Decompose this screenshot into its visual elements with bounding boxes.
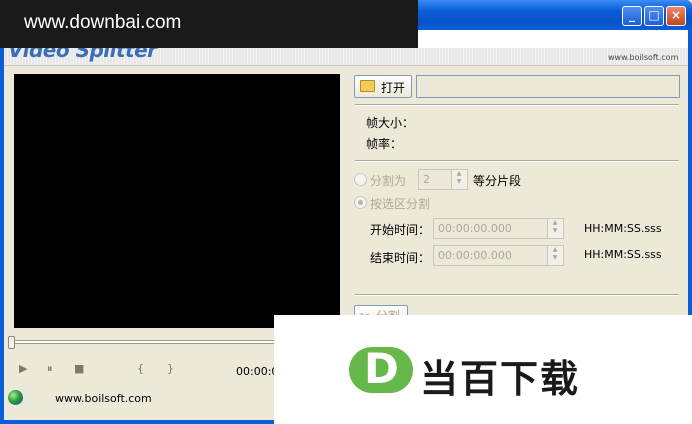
split-into-radio[interactable] xyxy=(354,173,367,186)
start-time-input[interactable]: 00:00:00.000 xyxy=(433,218,564,239)
end-time-input[interactable]: 00:00:00.000 xyxy=(433,245,564,266)
spin-up-icon[interactable]: ▲ xyxy=(452,170,466,178)
divider xyxy=(355,294,679,296)
file-path-field[interactable] xyxy=(416,75,680,98)
end-time-label: 结束时间： xyxy=(370,251,431,265)
end-time-spinner[interactable]: ▲ ▼ xyxy=(547,246,563,265)
start-time-format: HH:MM:SS.sss xyxy=(584,222,662,235)
split-by-range-label: 按选区分割 xyxy=(370,197,431,211)
open-button-label: 打开 xyxy=(381,81,406,95)
play-icon[interactable]: ▶ xyxy=(19,362,27,375)
footer-url[interactable]: www.boilsoft.com xyxy=(55,392,152,405)
video-preview xyxy=(14,74,340,328)
spin-up-icon[interactable]: ▲ xyxy=(548,219,562,227)
end-time-value: 00:00:00.000 xyxy=(438,249,512,262)
close-button[interactable]: × xyxy=(666,6,686,26)
folder-icon xyxy=(360,80,375,92)
spin-down-icon[interactable]: ▼ xyxy=(548,227,562,235)
spin-down-icon[interactable]: ▼ xyxy=(548,254,562,262)
divider xyxy=(355,160,679,162)
pause-icon[interactable]: ⏸ xyxy=(47,362,53,376)
frame-rate-label: 帧率： xyxy=(366,137,403,151)
minimize-button[interactable]: _ xyxy=(622,6,642,26)
start-time-label: 开始时间： xyxy=(370,223,431,237)
spin-up-icon[interactable]: ▲ xyxy=(548,246,562,254)
spin-down-icon[interactable]: ▼ xyxy=(452,178,466,186)
seek-thumb[interactable] xyxy=(8,336,15,349)
globe-icon xyxy=(8,390,23,405)
watermark-logo-letter: D xyxy=(364,344,399,393)
parts-suffix-label: 等分片段 xyxy=(473,174,522,188)
watermark-url: www.downbai.com xyxy=(24,12,182,33)
frame-size-label: 帧大小： xyxy=(366,116,415,130)
start-time-spinner[interactable]: ▲ ▼ xyxy=(547,219,563,238)
maximize-button[interactable]: □ xyxy=(644,6,664,26)
divider xyxy=(355,104,679,106)
stop-icon[interactable]: ■ xyxy=(74,362,84,375)
watermark-brand: 当百下载 xyxy=(420,357,581,401)
playback-time: 00:00:0 xyxy=(236,365,279,378)
parts-spinner[interactable]: ▲ ▼ xyxy=(451,170,467,189)
split-into-label: 分割为 xyxy=(370,174,407,188)
mark-in-icon[interactable]: { xyxy=(137,362,144,375)
radio-selected-dot xyxy=(358,200,363,205)
end-time-format: HH:MM:SS.sss xyxy=(584,248,662,261)
start-time-value: 00:00:00.000 xyxy=(438,222,512,235)
parts-count-value: 2 xyxy=(423,173,430,186)
mark-out-icon[interactable]: } xyxy=(167,362,174,375)
banner-url[interactable]: www.boilsoft.com xyxy=(608,53,678,62)
